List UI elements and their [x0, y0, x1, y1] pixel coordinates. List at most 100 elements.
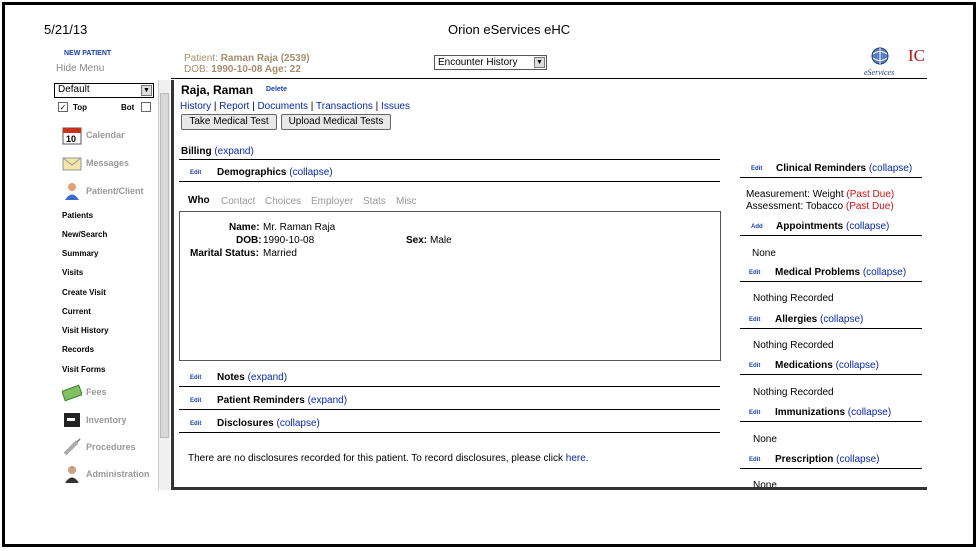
medications-edit-button[interactable]: Edit [749, 363, 760, 369]
billing-title: Billing [181, 146, 212, 157]
admin-person-icon[interactable] [62, 464, 82, 484]
demographics-section: Demographics (collapse) [217, 167, 333, 178]
nav-summary[interactable]: Summary [62, 249, 98, 258]
prescription-section: Prescription (collapse) [775, 454, 880, 465]
calendar-icon[interactable]: 10 [62, 125, 82, 145]
logo-text: eServices [864, 68, 894, 77]
date-label: 5/21/13 [44, 22, 88, 37]
top-label: Top [73, 103, 88, 112]
medical-problems-edit-button[interactable]: Edit [749, 270, 760, 276]
scrollbar-thumb[interactable] [160, 93, 169, 438]
clinical-reminders-rule [740, 177, 922, 178]
money-icon[interactable] [61, 382, 83, 402]
sex-value: Male [430, 235, 452, 246]
view-select[interactable]: Default ▼ [54, 83, 154, 98]
prescription-value: None [753, 480, 777, 487]
clinical-reminders-collapse-link[interactable]: (collapse) [869, 163, 912, 174]
allergies-edit-button[interactable]: Edit [749, 317, 760, 323]
nav-scrollbar[interactable] [158, 80, 170, 490]
nav-patient-client[interactable]: Patient/Client [86, 186, 144, 196]
take-medical-test-button[interactable]: Take Medical Test [181, 114, 277, 130]
disclosures-section: Disclosures (collapse) [217, 418, 320, 429]
dob-field-value: 1990-10-08 [263, 235, 315, 246]
bot-checkbox[interactable] [141, 102, 151, 112]
notes-edit-button[interactable]: Edit [190, 375, 201, 381]
appointments-collapse-link[interactable]: (collapse) [846, 221, 889, 232]
top-checkbox[interactable]: ✓ [58, 102, 68, 112]
nav-messages[interactable]: Messages [86, 158, 129, 168]
immunizations-edit-button[interactable]: Edit [749, 410, 760, 416]
nav-records[interactable]: Records [62, 345, 94, 354]
nav-procedures[interactable]: Procedures [86, 442, 136, 452]
medications-title: Medications [775, 360, 833, 371]
tab-contact[interactable]: Contact [221, 196, 255, 207]
patient-reminders-rule [179, 409, 720, 410]
syringe-icon[interactable] [62, 437, 82, 457]
new-patient-link[interactable]: NEW PATIENT [64, 50, 111, 57]
issues-link[interactable]: Issues [381, 101, 410, 112]
tab-misc[interactable]: Misc [396, 196, 417, 207]
medical-problems-value: Nothing Recorded [753, 293, 834, 304]
nav-visits[interactable]: Visits [62, 268, 83, 277]
prescription-collapse-link[interactable]: (collapse) [836, 454, 879, 465]
person-icon[interactable] [62, 181, 82, 201]
clinical-reminders-edit-button[interactable]: Edit [751, 166, 762, 172]
nav-current[interactable]: Current [62, 307, 91, 316]
clinical-reminders-title: Clinical Reminders [776, 163, 867, 174]
name-value: Mr. Raman Raja [263, 222, 336, 233]
billing-section: Billing (expand) [181, 146, 254, 157]
allergies-collapse-link[interactable]: (collapse) [820, 314, 863, 325]
medications-collapse-link[interactable]: (collapse) [836, 360, 879, 371]
patient-reminders-expand-link[interactable]: (expand) [308, 395, 347, 406]
transactions-link[interactable]: Transactions [316, 101, 373, 112]
medications-section: Medications (collapse) [775, 360, 879, 371]
documents-link[interactable]: Documents [257, 101, 308, 112]
demographics-collapse-link[interactable]: (collapse) [289, 167, 332, 178]
billing-expand-link[interactable]: (expand) [214, 146, 253, 157]
immunizations-collapse-link[interactable]: (collapse) [848, 407, 891, 418]
appointments-value: None [752, 248, 776, 259]
prescription-edit-button[interactable]: Edit [749, 457, 760, 463]
reminder-tobacco-status: (Past Due) [845, 201, 894, 212]
encounter-history-select[interactable]: Encounter History ▼ [434, 55, 547, 70]
patient-reminders-edit-button[interactable]: Edit [190, 398, 201, 404]
envelope-icon[interactable] [62, 153, 82, 173]
nav-calendar[interactable]: Calendar [86, 130, 125, 140]
disclosures-title: Disclosures [217, 418, 274, 429]
nav-patients[interactable]: Patients [62, 211, 93, 220]
inventory-icon[interactable] [62, 410, 82, 430]
appointments-add-button[interactable]: Add [751, 224, 763, 230]
nav-visit-forms[interactable]: Visit Forms [62, 365, 105, 374]
tab-stats[interactable]: Stats [363, 196, 386, 207]
medical-problems-rule [740, 281, 922, 282]
history-link[interactable]: History [180, 101, 211, 112]
tab-choices[interactable]: Choices [265, 196, 301, 207]
disclosures-collapse-link[interactable]: (collapse) [276, 418, 319, 429]
disclosures-edit-button[interactable]: Edit [190, 421, 201, 427]
notes-expand-link[interactable]: (expand) [248, 372, 287, 383]
tab-who[interactable]: Who [188, 195, 210, 206]
nav-create-visit[interactable]: Create Visit [62, 288, 106, 297]
medical-problems-collapse-link[interactable]: (collapse) [863, 267, 906, 278]
allergies-rule [740, 328, 922, 329]
disclosures-here-link[interactable]: here [566, 453, 586, 464]
dob-summary: DOB: 1990-10-08 Age: 22 [184, 64, 301, 75]
appointments-rule [740, 235, 922, 236]
prescription-title: Prescription [775, 454, 834, 465]
billing-rule [179, 159, 720, 160]
nav-visit-history[interactable]: Visit History [62, 326, 109, 335]
nav-new-search[interactable]: New/Search [62, 230, 107, 239]
immunizations-value: None [753, 434, 777, 445]
medications-value: Nothing Recorded [753, 387, 834, 398]
report-link[interactable]: Report [219, 101, 249, 112]
nav-fees[interactable]: Fees [86, 387, 107, 397]
hide-menu-link[interactable]: Hide Menu [56, 63, 104, 74]
reminder-weight-status: (Past Due) [846, 189, 895, 200]
tab-employer[interactable]: Employer [311, 196, 353, 207]
upload-medical-tests-button[interactable]: Upload Medical Tests [281, 114, 391, 130]
nav-administration[interactable]: Administration [86, 469, 150, 479]
dob-value: 1990-10-08 Age: 22 [211, 64, 301, 75]
demographics-edit-button[interactable]: Edit [190, 170, 201, 176]
delete-link[interactable]: Delete [266, 86, 287, 93]
nav-inventory[interactable]: Inventory [86, 415, 127, 425]
